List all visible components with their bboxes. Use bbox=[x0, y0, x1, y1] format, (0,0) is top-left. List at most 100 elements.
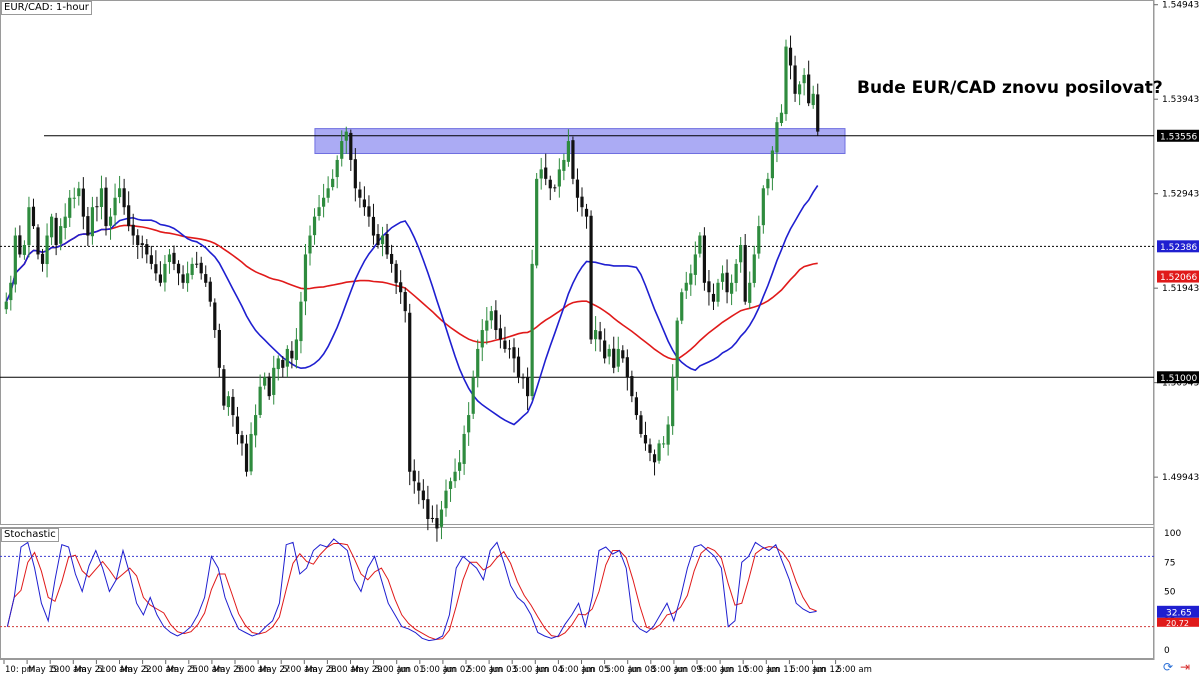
stochastic-panel bbox=[0, 527, 1154, 659]
candle-body bbox=[761, 188, 765, 226]
candle-body bbox=[748, 282, 752, 303]
candle-body bbox=[145, 244, 149, 255]
candle-body bbox=[140, 243, 144, 245]
candle-body bbox=[335, 159, 339, 178]
candle-body bbox=[385, 234, 389, 255]
candle-body bbox=[31, 206, 36, 227]
candle-body bbox=[18, 235, 22, 255]
price-tick-label: 1.51943 bbox=[1162, 284, 1199, 294]
candle-body bbox=[702, 235, 706, 283]
candle-body bbox=[530, 263, 534, 397]
candle-body bbox=[489, 311, 493, 321]
candle-body bbox=[294, 339, 298, 360]
candle-body bbox=[154, 264, 158, 274]
candle-body bbox=[349, 132, 353, 160]
candle-body bbox=[571, 140, 575, 179]
candle-body bbox=[72, 197, 76, 199]
candle-body bbox=[263, 377, 267, 386]
candle-body bbox=[598, 331, 602, 340]
candle-body bbox=[657, 443, 661, 461]
candle-body bbox=[603, 340, 607, 359]
candle-body bbox=[811, 93, 815, 106]
candle-body bbox=[444, 490, 448, 509]
candle-body bbox=[752, 254, 756, 283]
price-tick-label: 1.53943 bbox=[1162, 95, 1199, 105]
candle-body bbox=[526, 377, 530, 397]
candle-body bbox=[535, 178, 539, 266]
candle-body bbox=[217, 329, 221, 368]
candle-body bbox=[802, 74, 806, 84]
candle-body bbox=[254, 415, 258, 436]
candle-body bbox=[430, 517, 434, 519]
candle-body bbox=[176, 263, 181, 274]
chart-canvas: 1.549431.539431.529431.519431.509431.499… bbox=[0, 0, 1199, 675]
candle-body bbox=[235, 416, 240, 434]
price-tick-label: 1.52943 bbox=[1162, 190, 1199, 200]
candle-body bbox=[249, 433, 253, 472]
candle-body bbox=[40, 253, 45, 264]
candle-body bbox=[272, 367, 276, 395]
candle-body bbox=[403, 292, 407, 312]
candle-body bbox=[231, 396, 235, 416]
sync-icon[interactable]: ⟳ bbox=[1163, 661, 1173, 673]
candle-body bbox=[453, 471, 457, 482]
candle-body bbox=[131, 224, 135, 236]
candle-body bbox=[476, 348, 480, 378]
candle-body bbox=[616, 348, 620, 367]
candle-body bbox=[816, 94, 820, 132]
candle-body bbox=[467, 415, 471, 433]
candle-body bbox=[584, 208, 589, 217]
candle-body bbox=[158, 274, 162, 283]
candle-body bbox=[575, 179, 580, 198]
candle-body bbox=[181, 274, 185, 283]
candle-body bbox=[566, 141, 570, 162]
candle-body bbox=[634, 397, 638, 416]
candle-body bbox=[326, 188, 330, 198]
stoch-tick-label: 75 bbox=[1164, 558, 1175, 568]
candle-body bbox=[113, 197, 117, 216]
chart-stage: 1.54943 1.53943 1.52943 1.51943 1.50943 1.499… bbox=[0, 0, 1200, 675]
candle-body bbox=[711, 293, 716, 302]
candle-body bbox=[222, 369, 226, 406]
candle-body bbox=[421, 490, 425, 501]
candle-body bbox=[720, 273, 725, 282]
candle-body bbox=[285, 348, 289, 367]
candle-body bbox=[353, 159, 357, 189]
candle-body bbox=[226, 396, 230, 408]
candle-body bbox=[643, 434, 648, 444]
candle-body bbox=[788, 47, 793, 66]
candle-body bbox=[503, 340, 507, 349]
candle-body bbox=[557, 169, 561, 187]
candle-body bbox=[9, 282, 13, 301]
candle-body bbox=[630, 376, 634, 397]
resistance-zone-layer bbox=[314, 128, 846, 155]
candle-body bbox=[340, 141, 344, 159]
price-tag-label: 1.52066 bbox=[1160, 273, 1197, 283]
candle-body bbox=[625, 357, 629, 378]
candle-body bbox=[122, 188, 126, 208]
candle-body bbox=[648, 444, 652, 453]
time-axis: 10: pmMay 195:00 amMay 215:00 amMay 225:… bbox=[3, 660, 872, 675]
candle-body bbox=[784, 46, 788, 115]
candle-body bbox=[494, 310, 498, 331]
candle-body bbox=[204, 274, 208, 283]
candle-body bbox=[367, 206, 371, 217]
candle-body bbox=[276, 358, 280, 370]
candle-body bbox=[739, 244, 743, 263]
candle-body bbox=[671, 377, 675, 427]
candle-body bbox=[317, 207, 321, 216]
price-tag-label: 1.51000 bbox=[1160, 374, 1197, 384]
arrow-right-icon[interactable]: ⇥ bbox=[1180, 661, 1190, 673]
stoch-tick-label: 50 bbox=[1164, 588, 1176, 598]
candle-body bbox=[458, 462, 462, 471]
candle-body bbox=[267, 376, 271, 397]
stoch-d-value: 20.72 bbox=[1166, 619, 1189, 628]
candle-body bbox=[86, 216, 90, 236]
candle-body bbox=[258, 386, 262, 415]
candle-body bbox=[303, 254, 308, 302]
candle-body bbox=[757, 226, 761, 254]
candle-body bbox=[639, 415, 643, 434]
candle-body bbox=[244, 443, 249, 472]
candle-body bbox=[190, 263, 194, 275]
candle-body bbox=[507, 348, 512, 350]
